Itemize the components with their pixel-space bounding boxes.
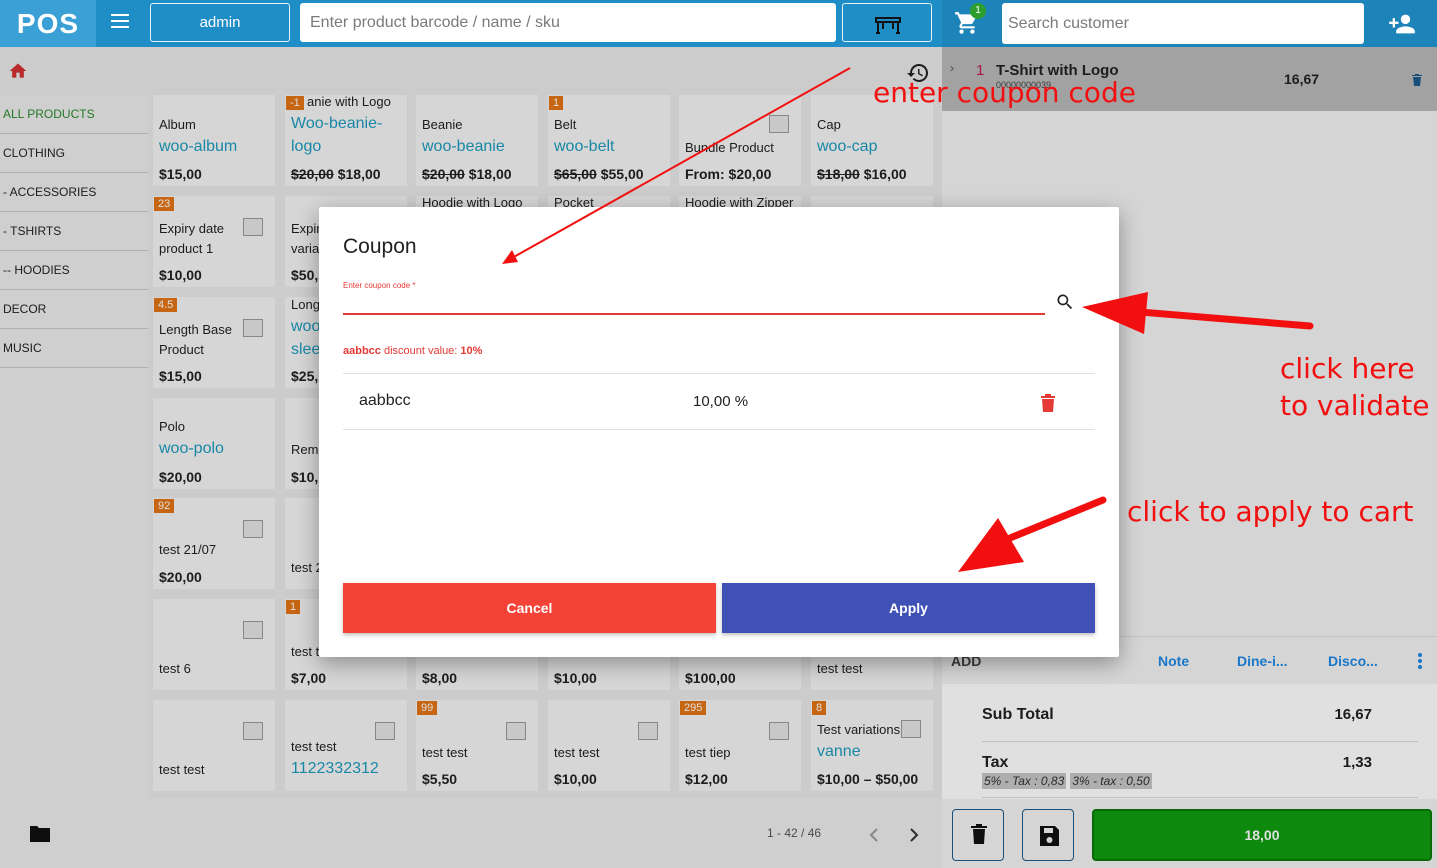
dialog-title: Coupon <box>343 235 417 258</box>
coupon-input-label: Enter coupon code * <box>343 281 416 290</box>
add-customer-icon[interactable] <box>1388 10 1416 38</box>
menu-icon[interactable] <box>104 10 136 36</box>
cart-top-bar: 1 Search customer <box>942 0 1437 47</box>
pos-logo: POS <box>0 0 96 47</box>
cart-count-badge: 1 <box>970 3 986 19</box>
table-icon[interactable] <box>842 3 932 42</box>
message-code: aabbcc <box>343 345 381 357</box>
trash-icon[interactable] <box>1041 394 1055 412</box>
customer-search-input[interactable]: Search customer <box>1002 3 1364 44</box>
apply-button[interactable]: Apply <box>722 583 1095 633</box>
product-search-input[interactable]: Enter product barcode / name / sku <box>300 3 836 42</box>
discount-message: aabbcc discount value: 10% <box>343 345 482 357</box>
cancel-button[interactable]: Cancel <box>343 583 716 633</box>
annotation-validate-line2: to validate <box>1280 389 1430 422</box>
annotation-enter-code: enter coupon code <box>873 76 1136 109</box>
coupon-code: aabbcc <box>359 392 411 409</box>
search-icon[interactable] <box>1055 292 1075 312</box>
message-text: discount value: <box>380 345 461 357</box>
annotation-validate-line1: click here <box>1280 352 1415 385</box>
coupon-row: aabbcc 10,00 % <box>343 373 1095 430</box>
coupon-code-input[interactable] <box>343 293 1045 315</box>
message-value: 10% <box>460 345 483 357</box>
annotation-apply: click to apply to cart <box>1127 495 1414 528</box>
coupon-dialog: Coupon Enter coupon code * aabbcc discou… <box>319 207 1119 657</box>
user-button[interactable]: admin <box>150 3 290 42</box>
coupon-value: 10,00 % <box>693 393 749 410</box>
top-bar: POS admin Enter product barcode / name /… <box>0 0 942 47</box>
